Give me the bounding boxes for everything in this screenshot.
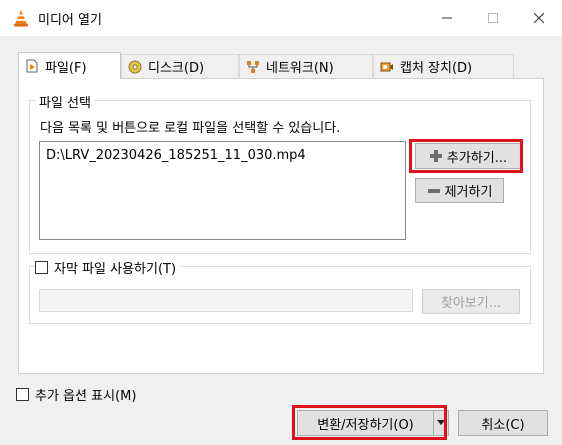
tab-disc-label: 디스크(D) — [148, 61, 205, 76]
subtitle-checkbox-label: 자막 파일 사용하기(T) — [54, 262, 177, 277]
file-icon — [26, 59, 38, 73]
remove-file-label: 제거하기 — [444, 185, 493, 200]
tab-network-label: 네트워크(N) — [266, 61, 334, 76]
network-icon — [247, 60, 259, 73]
file-list[interactable]: D:\LRV_20230426_185251_11_030.mp4 — [39, 141, 406, 240]
minus-icon — [427, 188, 440, 193]
show-more-options-label: 추가 옵션 표시(M) — [35, 389, 137, 404]
maximize-icon — [488, 13, 498, 23]
show-more-options-row[interactable]: 추가 옵션 표시(M) — [16, 385, 136, 404]
browse-subtitle-button[interactable]: 찾아보기... — [422, 289, 520, 314]
plus-icon — [429, 150, 442, 162]
remove-file-button[interactable]: 제거하기 — [415, 178, 504, 203]
close-button[interactable] — [516, 0, 562, 36]
browse-subtitle-label: 찾아보기... — [440, 296, 502, 311]
subtitle-checkbox[interactable] — [35, 261, 48, 274]
show-more-options-checkbox[interactable] — [16, 388, 29, 401]
tab-file-label: 파일(F) — [45, 60, 87, 76]
add-file-label: 추가하기... — [446, 150, 508, 166]
window-title: 미디어 열기 — [38, 13, 102, 28]
tab-network[interactable]: 네트워크(N) — [239, 54, 373, 78]
convert-save-dropdown[interactable] — [433, 410, 449, 436]
subtitle-path-input — [39, 289, 413, 312]
capture-device-icon — [380, 62, 393, 71]
list-item[interactable]: D:\LRV_20230426_185251_11_030.mp4 — [46, 148, 306, 163]
maximize-button[interactable] — [470, 0, 516, 36]
cancel-button[interactable]: 취소(C) — [458, 410, 548, 436]
disc-icon — [128, 60, 142, 73]
close-icon — [534, 13, 544, 23]
vlc-cone-icon — [14, 10, 28, 27]
tab-capture-device-label: 캡처 장치(D) — [400, 61, 473, 76]
minimize-button[interactable] — [424, 0, 470, 36]
cancel-label: 취소(C) — [481, 417, 525, 433]
subtitle-checkbox-row[interactable]: 자막 파일 사용하기(T) — [35, 258, 181, 277]
file-selection-title: 파일 선택 — [36, 92, 94, 111]
convert-save-button[interactable]: 변환/저장하기(O) — [297, 410, 433, 436]
convert-save-label: 변환/저장하기(O) — [317, 417, 414, 433]
minimize-icon — [442, 17, 452, 19]
title-bar: 미디어 열기 — [0, 0, 562, 36]
add-file-button[interactable]: 추가하기... — [415, 143, 521, 169]
chevron-down-icon — [437, 420, 445, 425]
tab-capture-device[interactable]: 캡처 장치(D) — [373, 54, 514, 78]
tab-file[interactable]: 파일(F) — [18, 52, 121, 79]
file-selection-description: 다음 목록 및 버튼으로 로컬 파일을 선택할 수 있습니다. — [40, 121, 341, 136]
tab-disc[interactable]: 디스크(D) — [121, 54, 239, 78]
